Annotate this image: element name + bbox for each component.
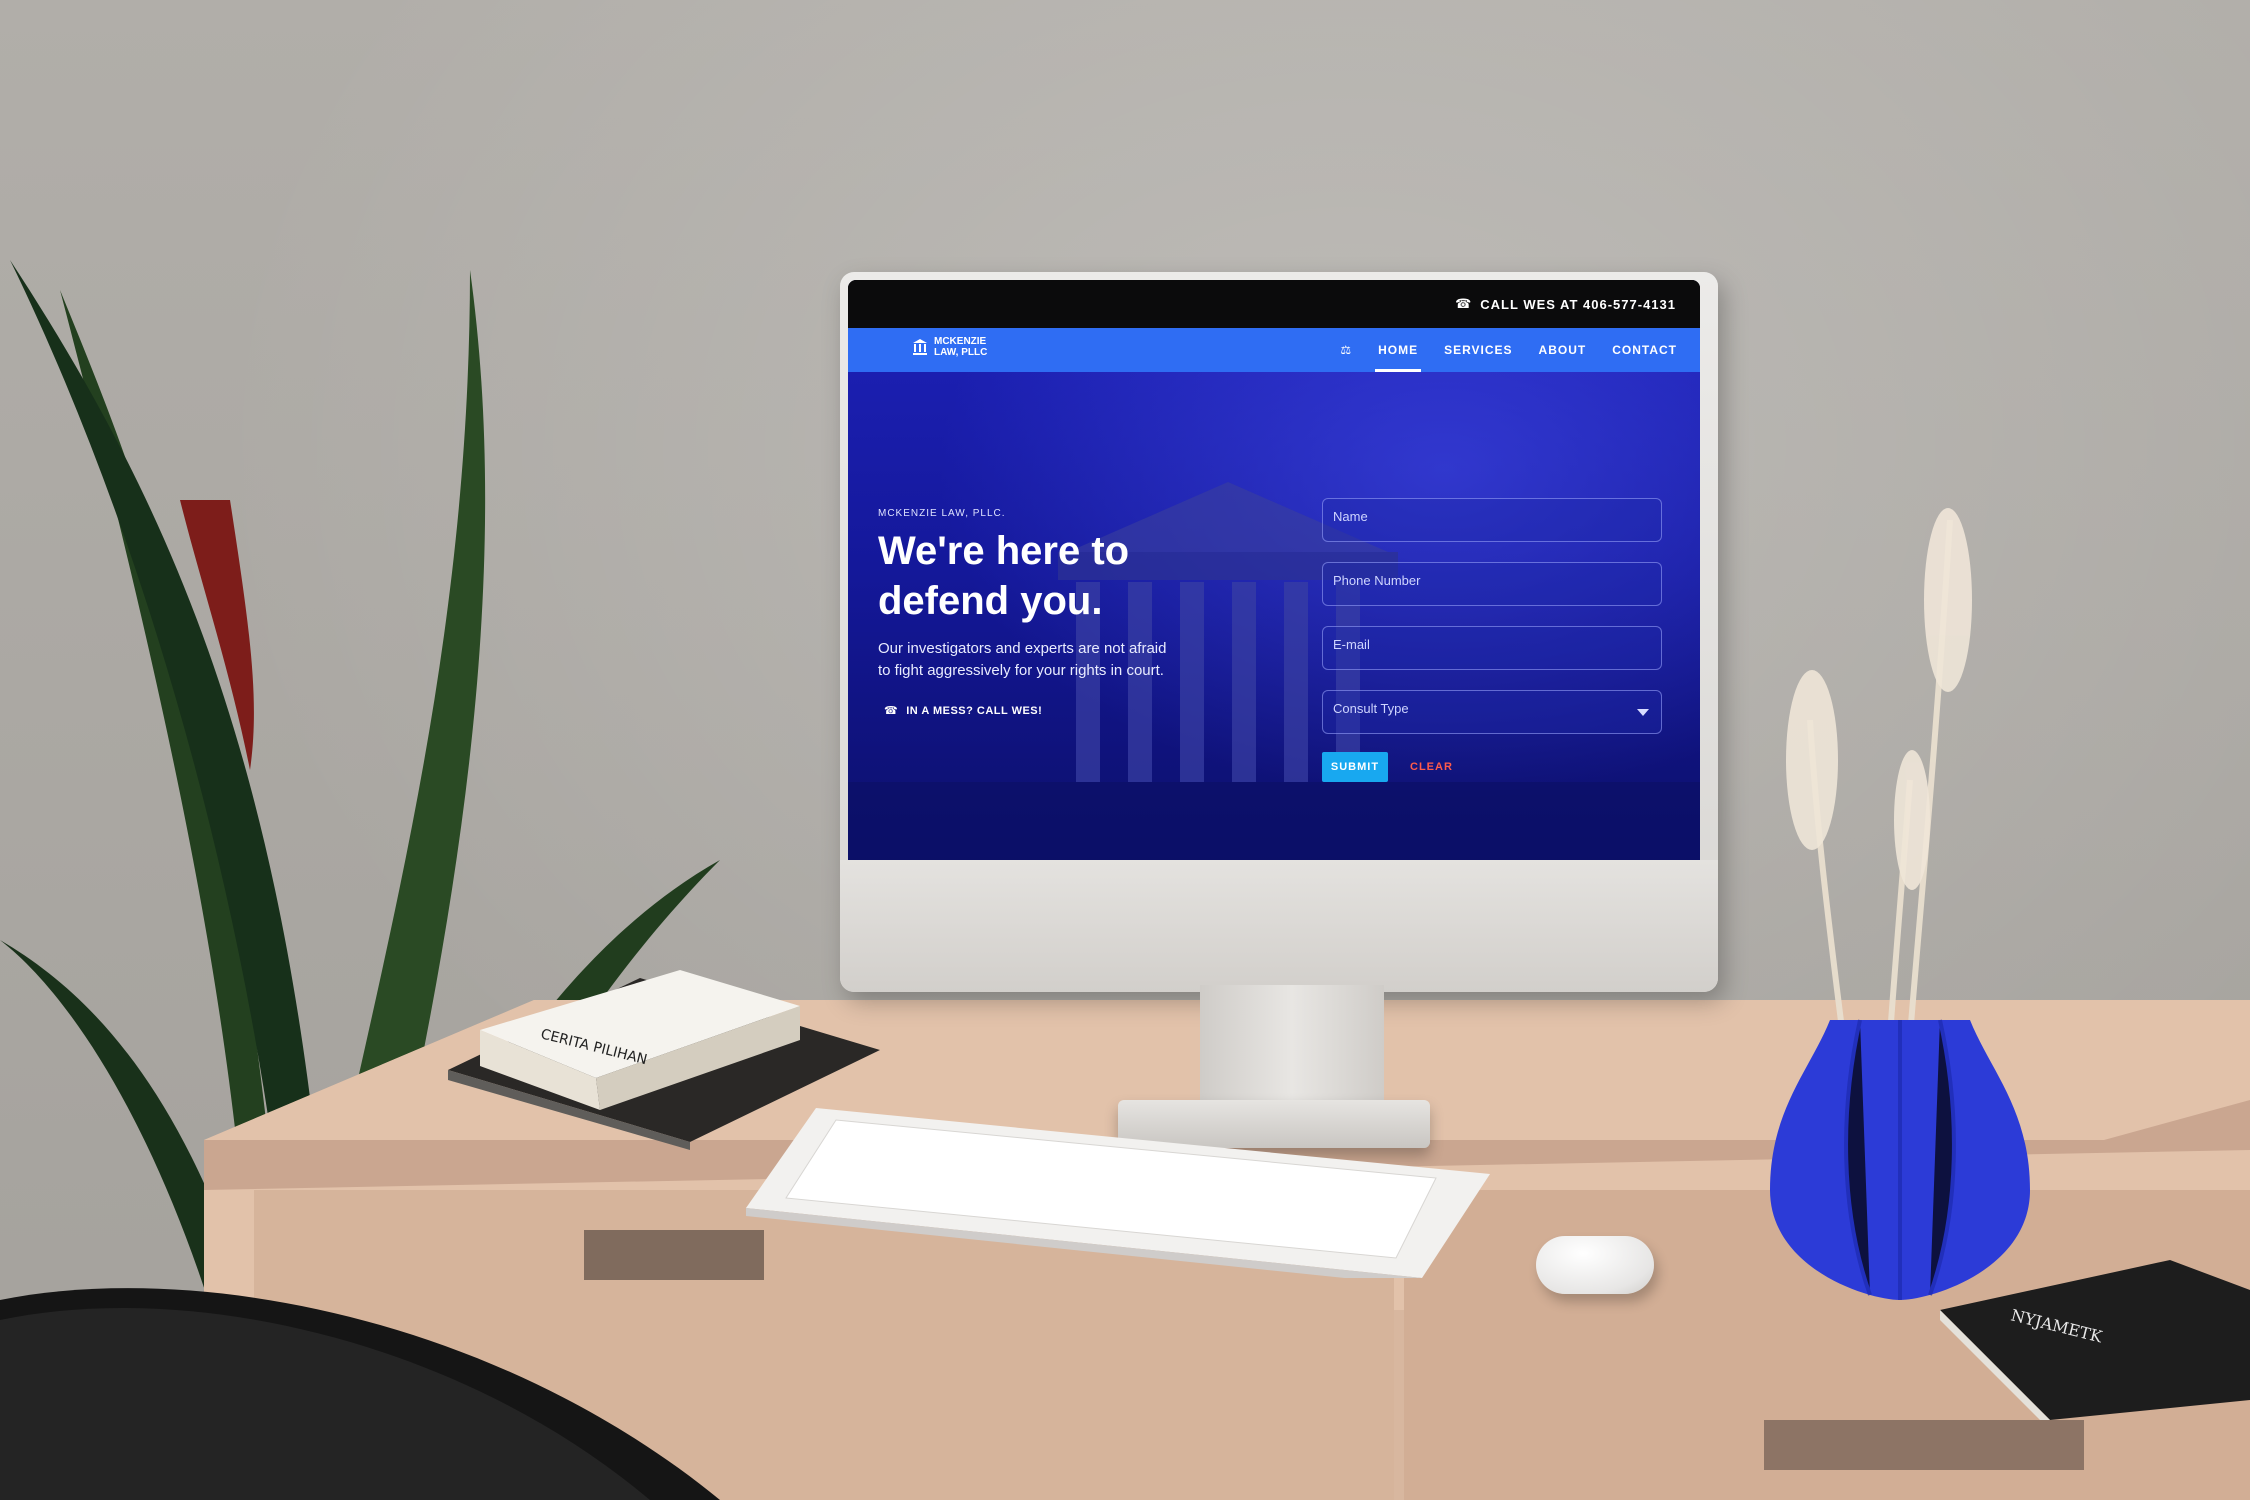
website-screen: ☎ CALL WES AT 406-577-4131 MCKENZIE LAW,… xyxy=(848,280,1700,860)
brand-line-1: MCKENZIE xyxy=(934,336,987,347)
books-left: CERITA PILIHAN xyxy=(448,970,880,1150)
nav-home[interactable]: HOME xyxy=(1365,328,1431,372)
chair xyxy=(0,1288,720,1500)
consult-type-select[interactable]: Consult Type xyxy=(1322,690,1662,734)
clear-button[interactable]: CLEAR xyxy=(1410,761,1453,773)
nav-contact[interactable]: CONTACT xyxy=(1599,328,1690,372)
hero-call-label: IN A MESS? CALL WES! xyxy=(906,704,1043,717)
mouse xyxy=(1536,1236,1654,1294)
chevron-down-icon xyxy=(1637,709,1649,716)
email-input[interactable]: E-mail xyxy=(1322,626,1662,670)
top-call-link[interactable]: ☎ CALL WES AT 406-577-4131 xyxy=(1455,296,1676,312)
hero-eyebrow: MCKENZIE LAW, PLLC. xyxy=(878,508,1006,519)
name-input[interactable]: Name xyxy=(1322,498,1662,542)
monitor-chin xyxy=(840,860,1718,992)
theme-toggle-icon[interactable]: ⚖ xyxy=(1327,328,1365,372)
phone-icon: ☎ xyxy=(884,705,899,717)
main-nav: ⚖ HOME SERVICES ABOUT CONTACT xyxy=(1327,328,1690,372)
hero-call-link[interactable]: ☎ IN A MESS? CALL WES! xyxy=(884,704,1043,718)
vase-with-grass xyxy=(1770,508,2030,1300)
courthouse-icon xyxy=(913,339,927,355)
nav-about[interactable]: ABOUT xyxy=(1526,328,1600,372)
brand-line-2: LAW, PLLC xyxy=(934,347,988,358)
phone-input[interactable]: Phone Number xyxy=(1322,562,1662,606)
brand-text: MCKENZIE LAW, PLLC xyxy=(934,336,987,358)
hero-headline: We're here to defend you. xyxy=(878,529,1130,623)
hero-subheadline: Our investigators and experts are not af… xyxy=(878,640,1167,679)
consult-type-label: Consult Type xyxy=(1333,701,1409,716)
desk-scene: ☎ CALL WES AT 406-577-4131 MCKENZIE LAW,… xyxy=(0,0,2250,1500)
top-call-label: CALL WES AT 406-577-4131 xyxy=(1480,296,1676,312)
brand-logo[interactable]: MCKENZIE LAW, PLLC xyxy=(912,336,987,358)
nav-services[interactable]: SERVICES xyxy=(1431,328,1525,372)
phone-icon: ☎ xyxy=(1455,296,1473,311)
submit-button[interactable]: SUBMIT xyxy=(1322,752,1388,782)
